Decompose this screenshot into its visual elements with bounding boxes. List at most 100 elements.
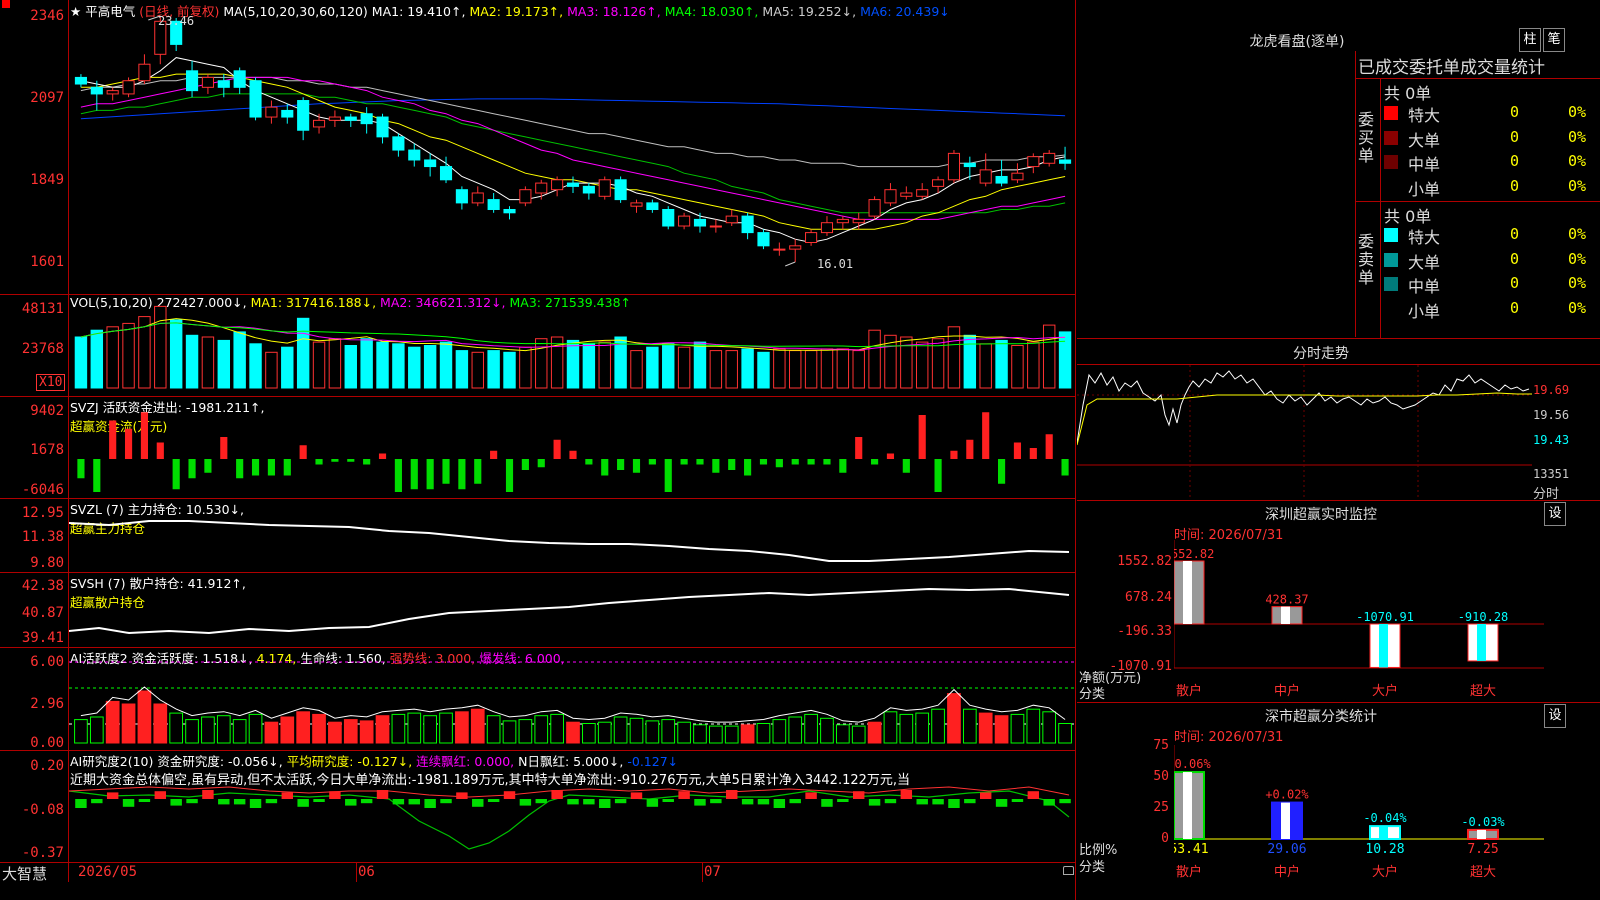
fund-research-chart[interactable] <box>69 751 1075 862</box>
fund-flow-bar <box>537 459 545 468</box>
fund-flow-bar <box>775 459 783 468</box>
research-bar <box>741 799 754 805</box>
order-percent: 0% <box>1568 274 1587 292</box>
order-type-swatch <box>1384 155 1398 169</box>
activity-bar <box>804 713 818 744</box>
research-bar <box>106 792 119 799</box>
candle <box>74 76 87 85</box>
svzj-axis-label: 9402 <box>30 403 64 419</box>
vol-unit-button[interactable]: X10 <box>36 374 66 391</box>
activity-bar <box>1010 713 1025 744</box>
ratio-change: -0.03% <box>1461 815 1505 829</box>
order-count: 0 <box>1510 176 1520 195</box>
fund-flow-bar <box>617 459 625 470</box>
activity-bar <box>613 716 628 744</box>
candle <box>916 189 929 197</box>
activity-bar <box>534 715 549 744</box>
candle <box>344 116 357 121</box>
right-panel: 龙虎看盘(逐单) 柱 笔 已成交委托单成交量统计 委买单 委卖单 共 0单 共 … <box>1077 0 1600 900</box>
fund-flow-bar <box>934 459 942 492</box>
fund-flow-bar <box>680 459 688 465</box>
volume-bar <box>106 326 119 389</box>
net-amount-value: 428.37 <box>1265 593 1308 607</box>
net-amount-chart[interactable]: 1552.82 散户 428.37 中户 -1070.91 大户 -910.28 超大 <box>1174 540 1544 700</box>
research-bar <box>472 799 484 807</box>
candle <box>519 189 532 204</box>
fund-flow-bar <box>807 459 815 465</box>
research-bar <box>1043 799 1055 806</box>
ratio-bar <box>1174 771 1205 841</box>
order-stats-title[interactable]: 已成交委托单成交量统计 <box>1358 53 1545 78</box>
activity-bar <box>312 713 326 744</box>
research-bar <box>519 799 532 806</box>
candle <box>408 149 421 161</box>
volume-bar <box>1027 341 1040 389</box>
volume-bar <box>344 345 357 389</box>
fund-flow-bar <box>315 459 323 465</box>
volume-bar <box>693 341 707 389</box>
svzj-axis-label: 1678 <box>30 442 64 458</box>
fund-flow-bar <box>1061 459 1069 476</box>
monitor-axis-label: 1552.82 <box>1117 554 1172 569</box>
activity-bar <box>899 713 914 744</box>
ratio-bar <box>1467 828 1499 840</box>
activity-bar <box>328 721 342 744</box>
corner-marker[interactable] <box>2 0 10 8</box>
net-amount-value: -910.28 <box>1458 610 1509 624</box>
retail-holding-chart[interactable] <box>69 573 1075 647</box>
category-label: 超大 <box>1470 865 1496 880</box>
main-chart-area[interactable]: ★ 平高电气 (日线, 前复权) MA(5,10,20,30,60,120) M… <box>0 0 1076 900</box>
ratio-bar <box>1271 801 1303 840</box>
volume-bar <box>328 338 342 389</box>
fund-flow-bar <box>204 459 212 473</box>
lock-icon[interactable] <box>1063 866 1074 875</box>
candle <box>138 63 151 82</box>
fund-flow-bar <box>839 459 847 473</box>
volume-bar <box>74 336 88 389</box>
volume-bar <box>789 350 802 389</box>
volume-bar <box>598 341 611 389</box>
order-count: 0 <box>1510 249 1520 268</box>
tick-mode-button[interactable]: 笔 <box>1543 28 1565 52</box>
research-bar <box>218 799 230 805</box>
research-bar <box>837 799 849 802</box>
sz-monitor-settings-button[interactable]: 设 <box>1544 502 1566 526</box>
fund-flow-bar <box>1045 434 1053 459</box>
research-bar <box>916 799 928 805</box>
activity-bar <box>962 708 977 744</box>
ratio-value: 10.28 <box>1365 842 1404 857</box>
activity-bar <box>280 716 295 744</box>
candle <box>741 215 754 234</box>
ratio-chart[interactable]: +0.06% 53.41 散户 +0.02% 29.06 中户 -0.04% 10.28 大户 -… <box>1174 745 1544 895</box>
order-type-swatch <box>1384 252 1398 267</box>
monitor-axis-label: 678.24 <box>1125 590 1172 605</box>
fund-flow-bar <box>982 412 990 459</box>
research-bar <box>678 791 690 799</box>
volume-bar <box>360 338 373 389</box>
fund-flow-chart[interactable] <box>69 397 1075 498</box>
fund-activity-chart[interactable] <box>69 648 1075 750</box>
intraday-chart[interactable] <box>1077 365 1532 500</box>
volume-bar <box>804 350 818 389</box>
main-holding-chart[interactable] <box>69 499 1075 572</box>
activity-bar <box>439 712 453 744</box>
activity-bar <box>169 712 184 744</box>
volume-bar <box>185 334 199 389</box>
class-axis-label: 0 <box>1161 831 1169 846</box>
volume-chart[interactable] <box>69 295 1075 396</box>
activity-bar <box>820 717 834 744</box>
volume-bar <box>312 341 326 389</box>
candle <box>582 185 595 194</box>
price-axis-label: 2346 <box>30 8 64 24</box>
activity-bar <box>1026 708 1041 744</box>
brand-logo[interactable]: 大智慧 <box>2 863 47 884</box>
category-label: 中户 <box>1274 864 1300 880</box>
research-bar <box>170 799 182 806</box>
class-stats-settings-button[interactable]: 设 <box>1544 704 1566 728</box>
candlestick-chart[interactable] <box>69 0 1075 294</box>
research-bar <box>249 799 262 808</box>
candle <box>1043 152 1056 164</box>
high-price-annotation: 23.46 <box>158 14 195 28</box>
bar-mode-button[interactable]: 柱 <box>1519 28 1541 52</box>
candle <box>1011 172 1024 181</box>
